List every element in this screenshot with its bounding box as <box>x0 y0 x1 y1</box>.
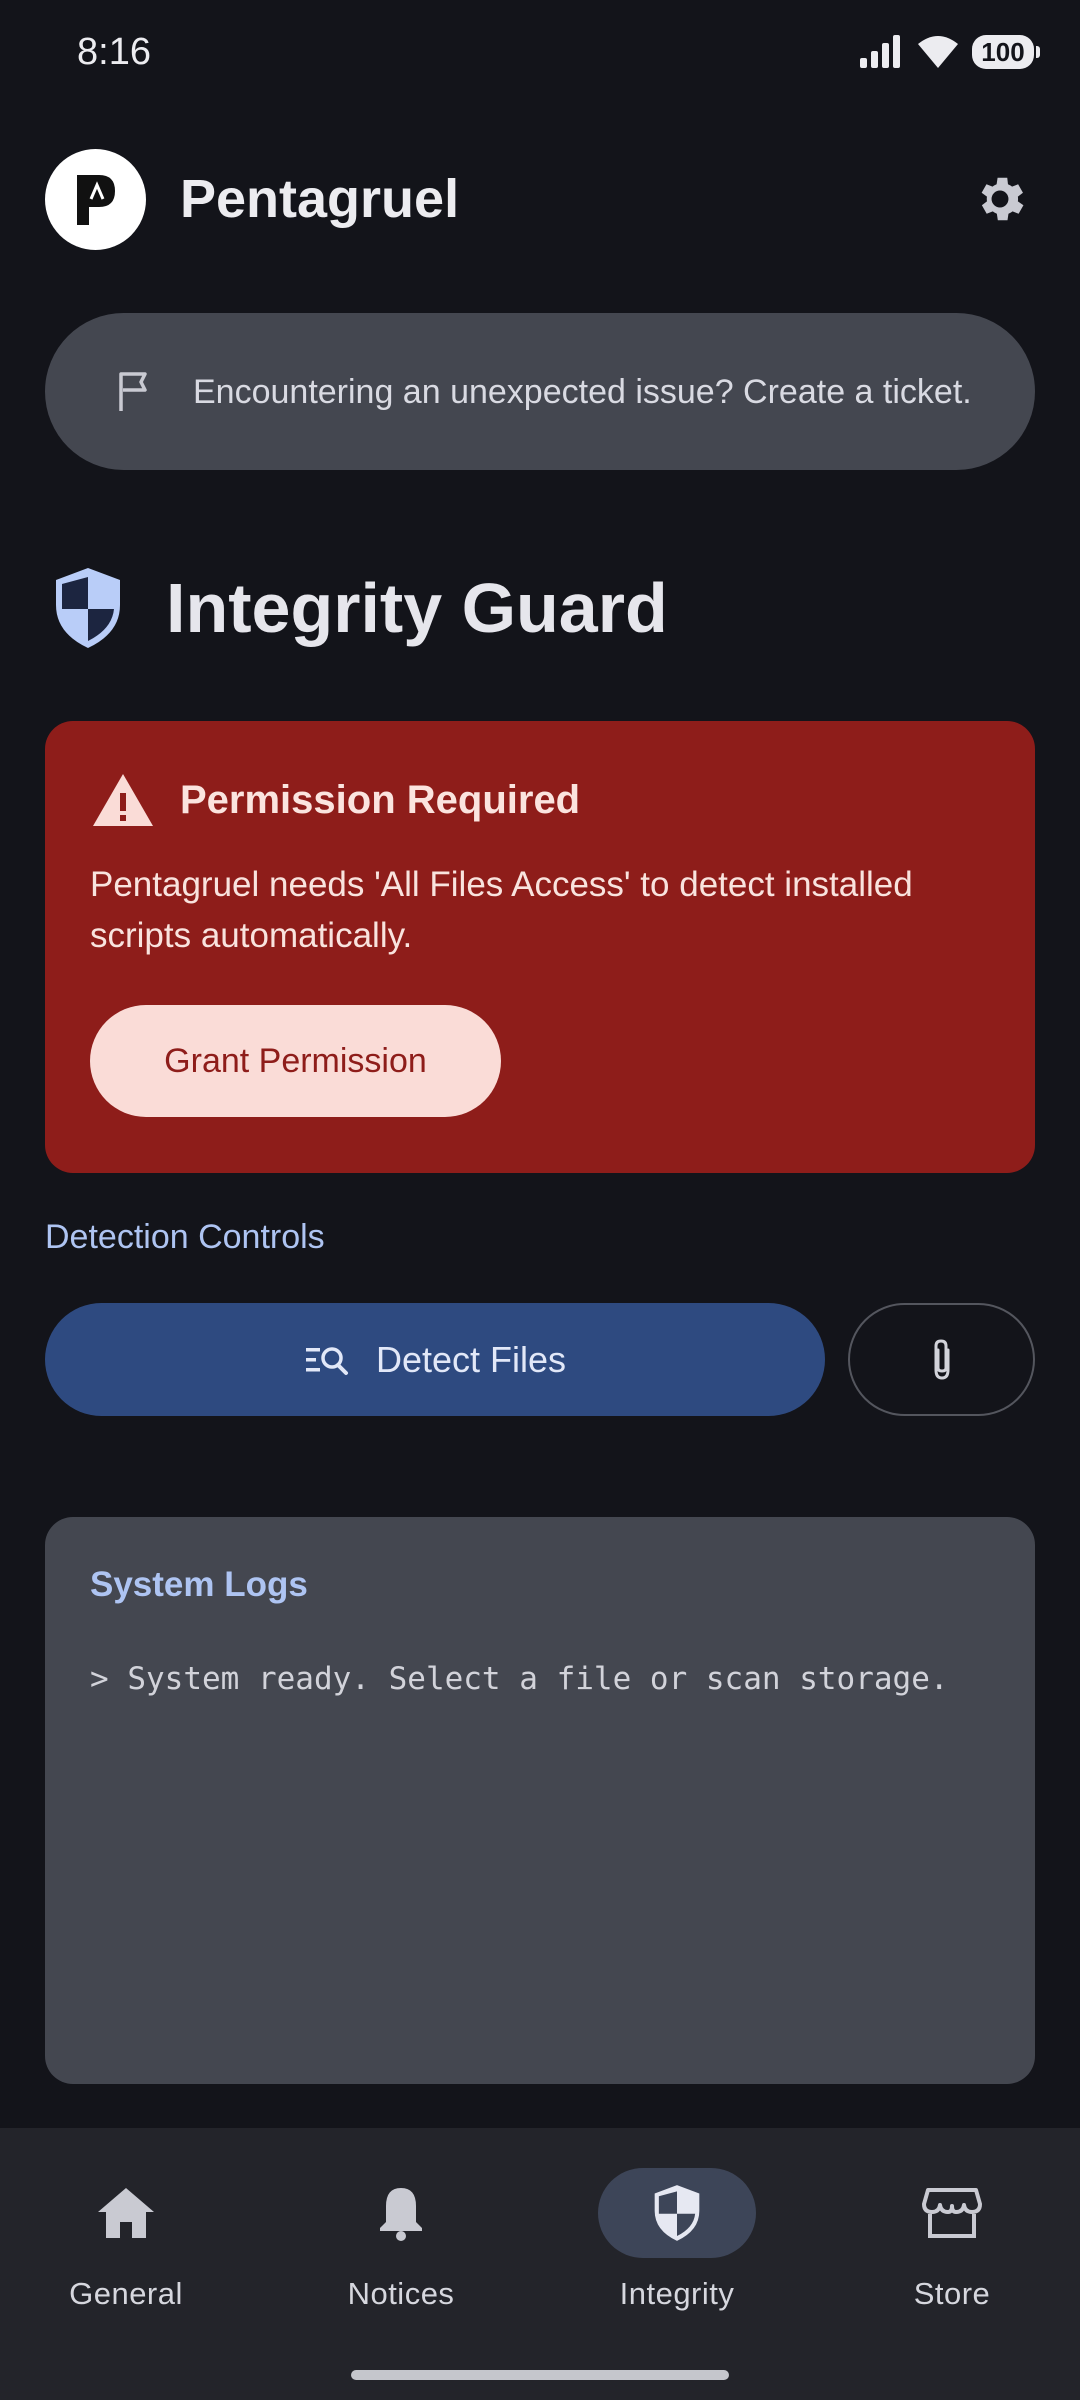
ticket-banner-text: Encountering an unexpected issue? Create… <box>193 372 972 411</box>
detect-files-button[interactable]: Detect Files <box>45 1303 825 1416</box>
settings-button[interactable] <box>965 164 1035 234</box>
detect-files-label: Detect Files <box>375 1338 567 1380</box>
status-time: 8:16 <box>77 30 151 73</box>
wifi-icon <box>918 36 958 68</box>
nav-label-general: General <box>69 2276 183 2311</box>
nav-label-integrity: Integrity <box>619 2276 735 2311</box>
grant-permission-button[interactable]: Grant Permission <box>90 1005 501 1117</box>
status-bar: 8:16 100 <box>0 0 1080 104</box>
battery-indicator: 100 <box>972 35 1040 69</box>
nav-item-notices[interactable]: Notices <box>301 2168 501 2312</box>
status-icons: 100 <box>858 34 1040 70</box>
nav-item-integrity[interactable]: Integrity <box>577 2168 777 2312</box>
create-ticket-banner[interactable]: Encountering an unexpected issue? Create… <box>45 313 1035 470</box>
home-icon <box>98 2188 154 2238</box>
nav-item-store[interactable]: Store <box>852 2168 1052 2312</box>
nav-item-general[interactable]: General <box>26 2168 226 2312</box>
log-line: > System ready. Select a file or scan st… <box>90 1661 949 1697</box>
bottom-navigation: General Notices Integrity Store <box>0 2128 1080 2400</box>
shield-icon <box>56 568 120 648</box>
nav-label-notices: Notices <box>347 2276 455 2311</box>
permission-description: Pentagruel needs 'All Files Access' to d… <box>90 865 913 955</box>
permission-title: Permission Required <box>180 777 581 822</box>
system-logs-title: System Logs <box>90 1565 308 1604</box>
logo-icon <box>76 175 115 225</box>
system-logs-panel: System Logs > System ready. Select a fil… <box>45 1517 1035 2084</box>
bell-icon <box>380 2188 422 2241</box>
detection-controls-label: Detection Controls <box>45 1218 325 1256</box>
nav-label-store: Store <box>913 2276 991 2311</box>
nav-active-indicator <box>598 2168 756 2258</box>
flag-icon <box>119 371 147 411</box>
paperclip-icon <box>934 1338 949 1380</box>
permission-title-row: Permission Required <box>90 771 580 829</box>
page-heading: Integrity Guard <box>52 562 668 654</box>
app-logo <box>45 148 146 250</box>
gear-icon <box>981 177 1024 221</box>
search-list-icon <box>305 1346 348 1375</box>
permission-card: Permission Required Pentagruel needs 'Al… <box>45 721 1035 1173</box>
app-title: Pentagruel <box>180 169 460 229</box>
attach-file-button[interactable] <box>848 1303 1035 1416</box>
warning-icon <box>93 774 153 826</box>
page-title: Integrity Guard <box>166 569 668 647</box>
shield-icon <box>654 2185 700 2241</box>
store-icon <box>922 2188 982 2238</box>
app-header: Pentagruel <box>45 148 1035 250</box>
home-indicator[interactable] <box>351 2370 729 2380</box>
signal-icon <box>860 35 900 68</box>
